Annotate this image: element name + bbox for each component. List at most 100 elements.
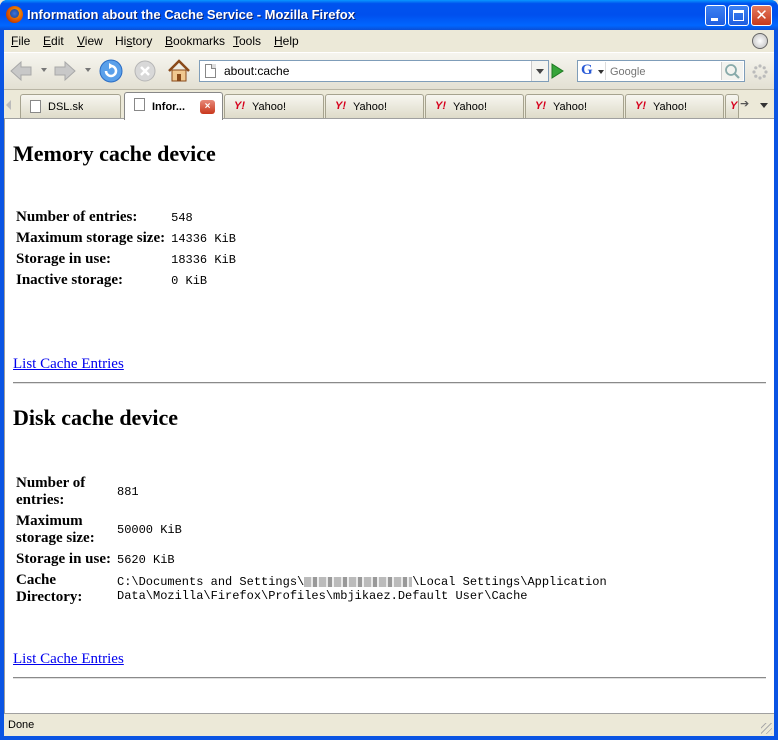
list-memory-cache-entries-link[interactable]: List Cache Entries [13, 356, 124, 373]
yahoo-icon: Y! [234, 100, 245, 112]
tab-yahoo[interactable]: Y! Yahoo! [425, 94, 524, 118]
list-disk-cache-entries-link[interactable]: List Cache Entries [13, 651, 124, 668]
table-row: Number of entries: 548 [13, 207, 239, 228]
menu-view[interactable]: View [77, 34, 103, 48]
activity-throbber-icon [752, 64, 768, 80]
memory-cache-heading: Memory cache device [13, 141, 216, 166]
window-client-area: File Edit View History Bookmarks Tools H… [4, 30, 774, 736]
tab-yahoo[interactable]: Y! Yahoo! [525, 94, 624, 118]
search-button[interactable] [721, 62, 743, 80]
maximize-button[interactable] [728, 5, 749, 26]
navigation-toolbar: G [4, 52, 774, 90]
tab-label: Yahoo! [653, 101, 688, 113]
menu-help[interactable]: Help [274, 34, 299, 48]
tab-bar: DSL.sk Infor... × Y! Yahoo! Y! Yahoo! Y!… [4, 91, 774, 120]
row-label: Storage in use: [16, 251, 111, 267]
address-bar[interactable] [199, 60, 549, 82]
go-arrow-icon [551, 63, 564, 79]
table-row: Inactive storage: 0 KiB [13, 270, 239, 291]
table-row: Storage in use: 5620 KiB [13, 549, 610, 570]
stop-button[interactable] [132, 58, 158, 84]
tab-yahoo[interactable]: Y! Yahoo! [325, 94, 424, 118]
page-icon [205, 64, 216, 78]
status-text: Done [8, 719, 35, 731]
back-history-dropdown[interactable] [41, 68, 47, 72]
url-input[interactable] [224, 63, 524, 79]
row-label: Number of entries: [16, 475, 86, 508]
tab-yahoo[interactable]: Y! Yahoo! [224, 94, 324, 118]
tab-yahoo[interactable]: Y! Yahoo! [625, 94, 724, 118]
title-bar[interactable]: Information about the Cache Service - Mo… [0, 0, 778, 30]
table-row: Storage in use: 18336 KiB [13, 249, 239, 270]
minimize-button[interactable] [705, 5, 726, 26]
browser-window: Information about the Cache Service - Mo… [0, 0, 778, 740]
yahoo-icon: Y! [435, 100, 446, 112]
tab-label: Yahoo! [453, 101, 488, 113]
reload-button[interactable] [98, 58, 124, 84]
reload-icon [99, 59, 123, 83]
url-history-dropdown[interactable] [531, 61, 548, 81]
back-arrow-icon [10, 60, 32, 82]
table-row: Maximum storage size: 50000 KiB [13, 511, 610, 549]
back-button[interactable] [8, 58, 34, 84]
search-engine-selector[interactable]: G [580, 62, 606, 80]
table-row: Number of entries: 881 [13, 473, 610, 511]
redacted-username [304, 576, 413, 587]
tab-scroll-right-icon[interactable]: ➔ [740, 97, 754, 113]
table-row: Cache Directory: C:\Documents and Setting… [13, 570, 610, 608]
menu-tools[interactable]: Tools [233, 34, 261, 48]
row-value: 14336 KiB [171, 231, 236, 246]
memory-cache-table: Number of entries: 548 Maximum storage si… [13, 207, 239, 291]
tab-cache-info[interactable]: Infor... × [124, 92, 223, 120]
yahoo-icon: Y! [335, 100, 346, 112]
row-label: Number of entries: [16, 209, 138, 225]
forward-arrow-icon [54, 60, 76, 82]
yahoo-icon: Y! [635, 100, 646, 112]
row-label: Inactive storage: [16, 272, 124, 288]
close-icon: ✕ [755, 6, 768, 24]
tab-label: Yahoo! [252, 101, 287, 113]
go-button[interactable] [547, 61, 567, 81]
row-value: 548 [171, 210, 193, 225]
tab-yahoo-partial[interactable]: Y [725, 94, 739, 118]
close-tab-icon[interactable]: × [200, 100, 215, 114]
google-icon: G [581, 62, 593, 78]
close-window-button[interactable]: ✕ [751, 5, 772, 26]
divider [13, 677, 766, 679]
row-label: Maximum storage size: [16, 230, 166, 246]
minimize-icon [711, 18, 718, 21]
menu-file[interactable]: File [11, 34, 30, 48]
tab-label: Yahoo! [553, 101, 588, 113]
tab-label: DSL.sk [48, 101, 84, 113]
row-value: 881 [117, 485, 139, 499]
disk-cache-table: Number of entries: 881 Maximum storage siz… [13, 473, 610, 608]
menu-edit[interactable]: Edit [43, 34, 64, 48]
search-input[interactable] [610, 64, 716, 79]
tab-label: Infor... [152, 101, 185, 113]
resize-grip-icon[interactable] [761, 723, 772, 734]
window-title: Information about the Cache Service - Mo… [27, 7, 355, 22]
stop-icon [134, 60, 156, 82]
yahoo-icon: Y! [535, 100, 546, 112]
menu-bookmarks[interactable]: Bookmarks [165, 34, 225, 48]
disk-cache-heading: Disk cache device [13, 405, 178, 430]
maximize-icon [733, 10, 744, 21]
row-label: Maximum storage size: [16, 513, 95, 546]
status-bar: Done [4, 713, 774, 736]
menu-bar: File Edit View History Bookmarks Tools H… [4, 30, 774, 52]
all-tabs-menu-icon[interactable] [760, 103, 768, 108]
menubar-activity-icon [752, 33, 768, 49]
home-icon [168, 59, 190, 82]
search-icon [725, 64, 740, 79]
search-box[interactable]: G [577, 60, 745, 82]
forward-history-dropdown[interactable] [85, 68, 91, 72]
cache-directory-value: C:\Documents and Settings\ \Local Setting… [117, 575, 607, 603]
home-button[interactable] [166, 58, 192, 84]
forward-button[interactable] [52, 58, 78, 84]
tab-scroll-left-icon[interactable] [6, 100, 11, 110]
row-label: Cache Directory: [16, 572, 83, 605]
menu-history[interactable]: History [115, 34, 152, 48]
tab-dsl[interactable]: DSL.sk [20, 94, 121, 118]
row-value: 5620 KiB [117, 552, 175, 567]
page-content: Memory cache device Number of entries: 54… [4, 119, 774, 713]
